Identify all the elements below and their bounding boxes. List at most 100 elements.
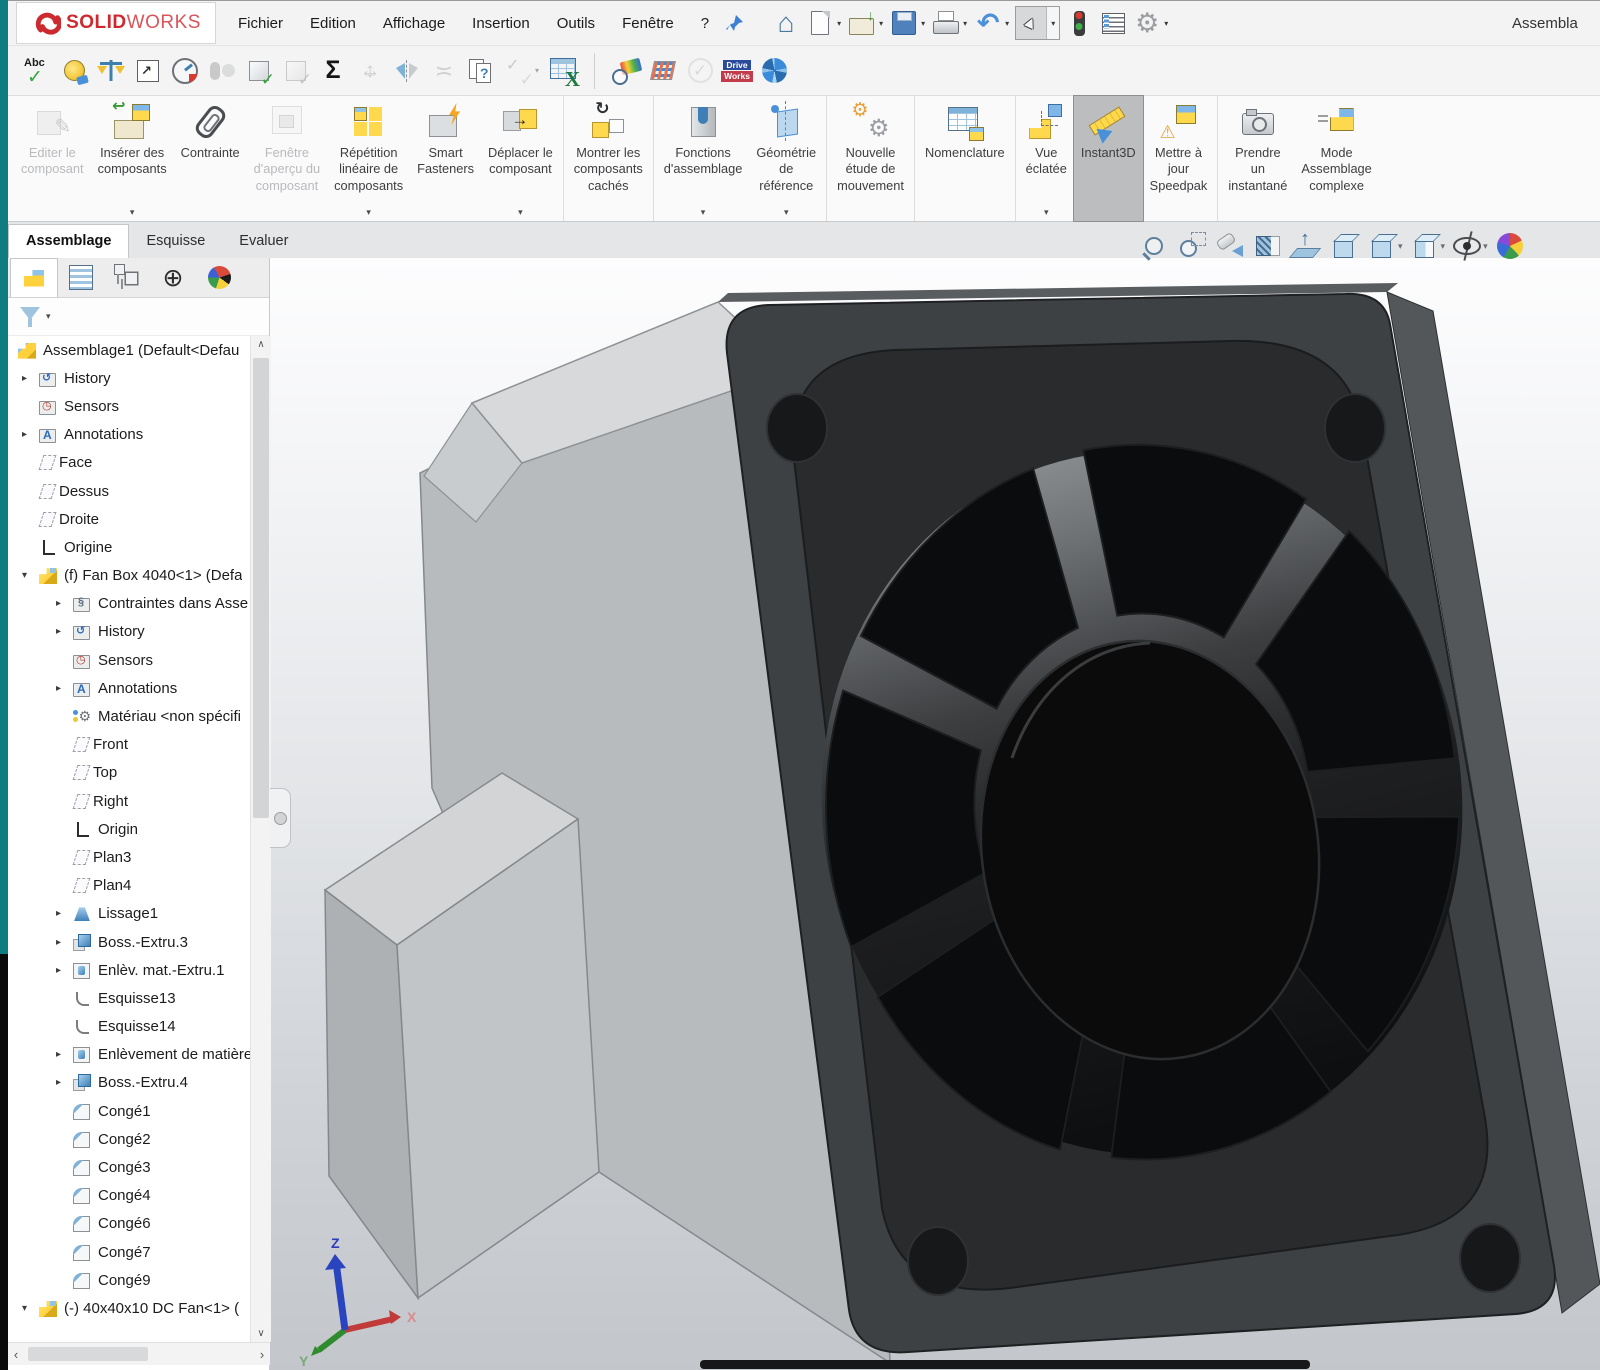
menu-fenetre[interactable]: Fenêtre bbox=[622, 15, 674, 32]
dropdown-caret-icon[interactable]: ▾ bbox=[784, 207, 789, 218]
tree-item-esquisse13[interactable]: Esquisse13 bbox=[8, 984, 270, 1012]
tree-item-enlev-mat-extru1[interactable]: ▸ Enlèv. mat.-Extru.1 bbox=[8, 956, 270, 984]
expand-arrow-icon[interactable]: ▸ bbox=[56, 1077, 73, 1088]
expand-arrow-icon[interactable]: ▸ bbox=[56, 598, 73, 609]
verification-cube-button[interactable]: ✓ bbox=[244, 56, 274, 86]
scroll-down-icon[interactable]: ∨ bbox=[251, 1328, 271, 1339]
measure-button[interactable] bbox=[59, 56, 89, 86]
menu-affichage[interactable]: Affichage bbox=[383, 15, 445, 32]
move-component-button[interactable]: → Déplacer le composant ▾ bbox=[481, 96, 560, 221]
mirror-components-button[interactable] bbox=[392, 56, 422, 86]
bill-of-materials-button[interactable]: Nomenclature bbox=[918, 96, 1012, 221]
scroll-up-icon[interactable]: ∧ bbox=[251, 339, 271, 350]
dropdown-caret-icon[interactable]: ▾ bbox=[1003, 19, 1011, 28]
appearance-preview-button[interactable] bbox=[611, 56, 641, 86]
section-view-button[interactable] bbox=[1252, 230, 1284, 262]
tree-item-boss-extru4[interactable]: ▸ Boss.-Extru.4 bbox=[8, 1069, 270, 1097]
graphics-area[interactable]: Z X Y bbox=[270, 258, 1600, 1370]
dropdown-caret-icon[interactable]: ▾ bbox=[877, 19, 885, 28]
dropdown-caret-icon[interactable]: ▾ bbox=[919, 19, 927, 28]
tree-item-history[interactable]: ▸ History bbox=[8, 364, 270, 392]
performance-evaluation-button[interactable] bbox=[170, 56, 200, 86]
tree-item-boss-extru3[interactable]: ▸ Boss.-Extru.3 bbox=[8, 928, 270, 956]
tab-evaluer[interactable]: Evaluer bbox=[222, 225, 305, 258]
exploded-view-button[interactable]: Vue éclatée ▾ bbox=[1019, 96, 1074, 221]
interference-traffic-light-button[interactable] bbox=[1064, 7, 1094, 39]
tree-item-lissage1[interactable]: ▸ Lissage1 bbox=[8, 900, 270, 928]
menu-fichier[interactable]: Fichier bbox=[238, 15, 283, 32]
ribbon-separator-2[interactable] bbox=[653, 96, 654, 221]
expand-arrow-icon[interactable]: ▸ bbox=[56, 1049, 73, 1060]
dropdown-caret-icon[interactable]: ▾ bbox=[1483, 241, 1488, 252]
dropdown-caret-icon[interactable]: ▾ bbox=[961, 19, 969, 28]
component-preview-window-button[interactable]: Fenêtre d'aperçu du composant bbox=[247, 96, 327, 221]
expand-arrow-icon[interactable]: ▸ bbox=[56, 965, 73, 976]
print-button[interactable]: ▾ bbox=[931, 7, 969, 39]
tree-item-annotations-2[interactable]: ▸ Annotations bbox=[8, 674, 270, 702]
rotate-components-button[interactable] bbox=[207, 56, 237, 86]
open-button[interactable]: ▾ bbox=[847, 7, 885, 39]
insert-components-button[interactable]: ↩ Insérer des composants ▾ bbox=[91, 96, 174, 221]
ribbon-separator-1[interactable] bbox=[563, 96, 564, 221]
appearances-button[interactable] bbox=[1494, 230, 1526, 262]
dropdown-caret-icon[interactable]: ▾ bbox=[701, 207, 706, 218]
smart-fasteners-button[interactable]: Smart Fasteners bbox=[410, 96, 481, 221]
filter-funnel-icon[interactable] bbox=[18, 305, 44, 329]
zoom-to-fit-button[interactable] bbox=[1138, 230, 1170, 262]
dimxpertmanager-tab[interactable] bbox=[150, 258, 196, 297]
horizontal-scroll-thumb[interactable] bbox=[28, 1347, 148, 1361]
dropdown-caret-icon[interactable]: ▾ bbox=[366, 207, 371, 218]
flatten-surface-button[interactable] bbox=[648, 56, 678, 86]
tree-item-dessus[interactable]: Dessus bbox=[8, 477, 270, 505]
tree-item-history-2[interactable]: ▸ History bbox=[8, 618, 270, 646]
mass-properties-button[interactable] bbox=[96, 56, 126, 86]
tree-item-conge9[interactable]: Congé9 bbox=[8, 1266, 270, 1294]
menu-insertion[interactable]: Insertion bbox=[472, 15, 530, 32]
dropdown-caret-icon[interactable]: ▾ bbox=[1441, 241, 1446, 252]
scroll-left-icon[interactable]: ‹ bbox=[8, 1347, 24, 1362]
cube-check-disabled-button[interactable]: ✓ bbox=[281, 56, 311, 86]
edit-component-button[interactable]: ✎ Editer le composant bbox=[14, 96, 91, 221]
expand-arrow-icon[interactable]: ▸ bbox=[56, 908, 73, 919]
pin-icon[interactable] bbox=[725, 13, 745, 33]
reference-geometry-button[interactable]: Géométrie de référence ▾ bbox=[749, 96, 823, 221]
tree-item-face[interactable]: Face bbox=[8, 449, 270, 477]
tree-item-conge7[interactable]: Congé7 bbox=[8, 1238, 270, 1266]
check-circle-disabled-button[interactable]: ✓ bbox=[685, 56, 715, 86]
spellcheck-button[interactable]: Abc✓ bbox=[22, 56, 52, 86]
dropdown-caret-icon[interactable]: ▾ bbox=[1044, 207, 1049, 218]
show-hidden-components-button[interactable]: ↻ Montrer les composants cachés bbox=[567, 96, 650, 221]
large-assembly-mode-button[interactable]: Mode Assemblage complexe bbox=[1294, 96, 1378, 221]
ribbon-separator-6[interactable] bbox=[1217, 96, 1218, 221]
tree-item-annotations[interactable]: ▸ Annotations bbox=[8, 421, 270, 449]
view-cube-button[interactable] bbox=[1328, 229, 1360, 263]
configurationmanager-tab[interactable] bbox=[104, 258, 150, 297]
mate-button[interactable]: Contrainte bbox=[174, 96, 247, 221]
undo-button[interactable]: ▾ bbox=[973, 7, 1011, 39]
display-options-button[interactable] bbox=[1098, 7, 1128, 39]
menu-outils[interactable]: Outils bbox=[557, 15, 595, 32]
expand-arrow-icon[interactable]: ▾ bbox=[22, 1303, 39, 1314]
display-style-button[interactable]: ▾ bbox=[1409, 229, 1446, 263]
ribbon-separator-3[interactable] bbox=[826, 96, 827, 221]
tree-item-origin[interactable]: Origin bbox=[8, 815, 270, 843]
tree-item-esquisse14[interactable]: Esquisse14 bbox=[8, 1013, 270, 1041]
new-document-button[interactable]: ▾ bbox=[805, 7, 843, 39]
assembly-features-button[interactable]: Fonctions d'assemblage ▾ bbox=[657, 96, 750, 221]
dropdown-caret-icon[interactable]: ▾ bbox=[130, 207, 135, 218]
dropdown-caret-icon[interactable]: ▾ bbox=[533, 66, 541, 75]
previous-view-button[interactable] bbox=[1214, 230, 1246, 262]
settings-gear-button[interactable]: ▾ bbox=[1132, 7, 1170, 39]
expand-arrow-icon[interactable]: ▾ bbox=[22, 570, 39, 581]
tree-item-conge2[interactable]: Congé2 bbox=[8, 1125, 270, 1153]
tree-item-sensors-2[interactable]: Sensors bbox=[8, 646, 270, 674]
update-speedpak-button[interactable]: ⚠ Mettre à jour Speedpak bbox=[1143, 96, 1215, 221]
tree-item-right[interactable]: Right bbox=[8, 787, 270, 815]
zoom-to-area-button[interactable] bbox=[1176, 230, 1208, 262]
tree-item-enlevement-matiere[interactable]: ▸ Enlèvement de matière bbox=[8, 1041, 270, 1069]
edrawings-publish-button[interactable] bbox=[759, 56, 789, 86]
tree-horizontal-scrollbar[interactable]: ‹ › bbox=[8, 1342, 270, 1365]
tree-item-plan3[interactable]: Plan3 bbox=[8, 843, 270, 871]
save-button[interactable]: ▾ bbox=[889, 7, 927, 39]
tree-item-sensors[interactable]: Sensors bbox=[8, 392, 270, 420]
